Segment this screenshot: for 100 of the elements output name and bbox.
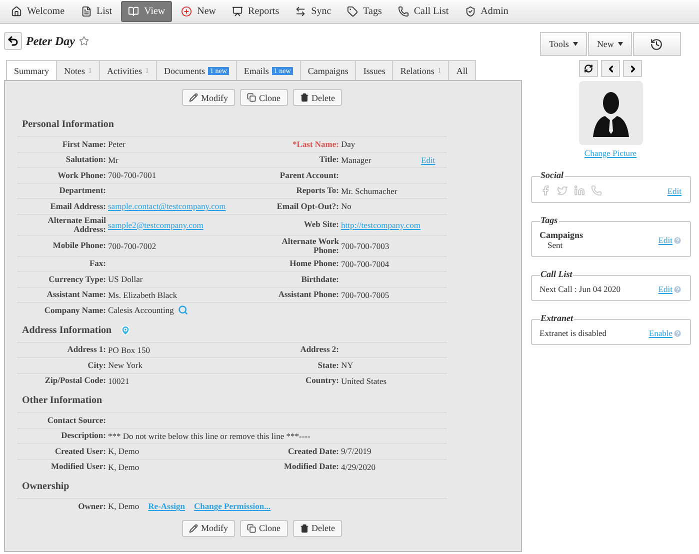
caret-icon — [618, 42, 623, 46]
clone-button[interactable]: Clone — [240, 89, 288, 106]
field-label: Web Site: — [302, 220, 340, 229]
field-label: Country: — [304, 376, 340, 386]
help-icon[interactable] — [672, 284, 682, 294]
phone-icon — [398, 6, 409, 17]
menu-item[interactable]: New — [174, 1, 224, 22]
field-label: Mobile Phone: — [52, 241, 107, 250]
pencil-icon — [189, 524, 198, 532]
tab[interactable]: Notes 1 — [56, 60, 100, 80]
field-label: Modified User: — [50, 462, 107, 472]
back-arrow-icon — [7, 35, 19, 47]
dropdown-button[interactable]: Tools — [540, 32, 587, 56]
field-label: Zip/Postal Code: — [44, 376, 107, 386]
field-label: Email Opt-Out?: — [276, 202, 340, 211]
menu-item[interactable]: Tags — [340, 1, 389, 22]
field-value: Peter — [108, 139, 126, 150]
field-label: Title: — [318, 155, 340, 164]
tab[interactable]: Summary — [6, 60, 57, 80]
panel-text: Extranet is disabled — [540, 328, 608, 338]
record-title: Peter Day — [26, 34, 75, 48]
field-value: New York — [108, 360, 144, 370]
menu-item[interactable]: Admin — [458, 1, 516, 22]
star-icon[interactable] — [78, 36, 89, 46]
tag-heading: Campaigns — [540, 230, 584, 240]
menu-item[interactable]: Reports — [225, 1, 286, 22]
trash-icon — [300, 93, 308, 102]
field-value: PO Box 150 — [108, 344, 152, 355]
modify-button[interactable]: Modify — [182, 520, 235, 536]
section-title: Personal Information — [22, 119, 114, 130]
delete-button[interactable]: Delete — [292, 520, 342, 536]
field-label: Home Phone: — [288, 259, 340, 268]
field-value: 700-700-7001 — [108, 170, 158, 180]
search-icon[interactable] — [178, 305, 188, 316]
field-label: Created User: — [54, 446, 107, 456]
field-value: Ms. Elizabeth Black — [108, 290, 178, 300]
copy-icon — [247, 524, 256, 532]
count-label: 1 — [437, 66, 442, 75]
previous-button[interactable] — [601, 60, 620, 77]
field-label: Birthdate: — [300, 274, 340, 284]
map-pin-icon[interactable] — [120, 324, 131, 336]
section-title: Ownership — [22, 481, 70, 492]
field-value: United States — [341, 376, 388, 386]
field-label: Work Phone: — [56, 170, 107, 180]
twitter-icon[interactable] — [556, 185, 568, 196]
field-value: 700-700-7003 — [341, 240, 390, 250]
pencil-icon — [189, 93, 198, 102]
history-button[interactable] — [632, 32, 681, 56]
tab[interactable]: Activities 1 — [99, 60, 157, 80]
panel-text: Next Call : Jun 04 2020 — [540, 284, 622, 294]
tab[interactable]: Issues — [355, 60, 394, 80]
clone-button[interactable]: Clone — [240, 520, 288, 536]
caret-icon — [572, 42, 578, 46]
menu-item[interactable]: Welcome — [4, 1, 72, 22]
tab[interactable]: Campaigns — [300, 60, 356, 80]
field-label: Email Address: — [49, 202, 107, 211]
tab[interactable]: All — [448, 60, 476, 80]
field-label: Department: — [58, 186, 107, 196]
field-value: *** Do not write below this line or remove this line ***---- — [108, 430, 312, 441]
book-icon — [128, 6, 140, 17]
back-button[interactable] — [4, 32, 22, 50]
field-label: Company Name: — [43, 306, 107, 315]
field-value: 700-700-7002 — [108, 240, 158, 250]
history-icon — [650, 38, 664, 50]
tab[interactable]: Relations 1 — [392, 60, 450, 80]
section-title: Address Information — [22, 324, 112, 336]
next-button[interactable] — [623, 60, 642, 77]
count-label: 1 — [145, 66, 149, 75]
copy-icon — [247, 93, 256, 102]
avatar-icon — [578, 81, 642, 145]
field-label: Modified Date: — [282, 462, 340, 472]
tag-icon — [347, 6, 358, 17]
linkedin-icon[interactable] — [574, 185, 584, 196]
menu-item[interactable]: Call List — [390, 1, 456, 22]
field-label: Contact Source: — [46, 416, 107, 425]
field-value: 9/7/2019 — [341, 446, 372, 456]
trash-icon — [300, 524, 308, 532]
menu-item[interactable]: Sync — [288, 1, 338, 22]
section-title: Other Information — [22, 395, 102, 406]
field-label: First Name: — [61, 140, 107, 149]
field-label: City: — [86, 360, 107, 370]
shield-icon — [464, 6, 476, 17]
field-value: 700-700-7004 — [341, 258, 390, 269]
panel-title: Social — [540, 170, 565, 180]
menu-item[interactable]: View — [121, 1, 172, 22]
field-label: Description: — [60, 431, 107, 440]
tag-value: Sent — [546, 240, 564, 250]
menu-item[interactable]: List — [74, 1, 120, 22]
dropdown-button[interactable]: New — [588, 32, 632, 56]
count-label: 1 — [88, 66, 92, 75]
refresh-button[interactable] — [579, 60, 598, 77]
field-label: Address 2: — [299, 345, 340, 354]
field-value: Manager — [341, 154, 372, 165]
field-value: K, Demo — [108, 462, 140, 472]
modify-button[interactable]: Modify — [182, 89, 235, 106]
delete-button[interactable]: Delete — [292, 89, 342, 106]
field-value: NY — [341, 360, 354, 370]
help-icon[interactable] — [672, 236, 682, 244]
help-icon[interactable] — [672, 328, 682, 338]
document-icon — [80, 6, 92, 17]
